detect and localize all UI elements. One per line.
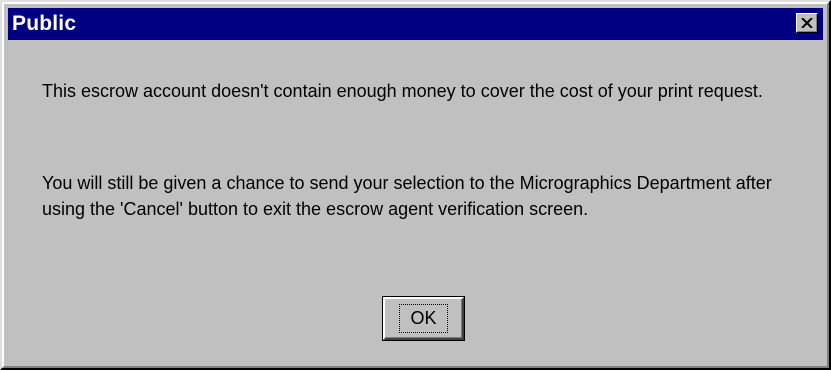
close-icon (801, 18, 813, 28)
dialog-frame: Public This escrow account doesn't conta… (2, 2, 829, 368)
ok-button-face[interactable]: OK (383, 297, 464, 340)
ok-button[interactable]: OK (382, 296, 465, 341)
message-paragraph-1: This escrow account doesn't contain enou… (42, 81, 763, 101)
message-paragraph-2: You will still be given a chance to send… (42, 173, 772, 219)
title-bar[interactable]: Public (8, 8, 823, 40)
escrow-dialog: Public This escrow account doesn't conta… (0, 0, 831, 370)
window-title: Public (12, 12, 77, 35)
close-button[interactable] (796, 13, 818, 33)
ok-button-label: OK (399, 304, 448, 333)
